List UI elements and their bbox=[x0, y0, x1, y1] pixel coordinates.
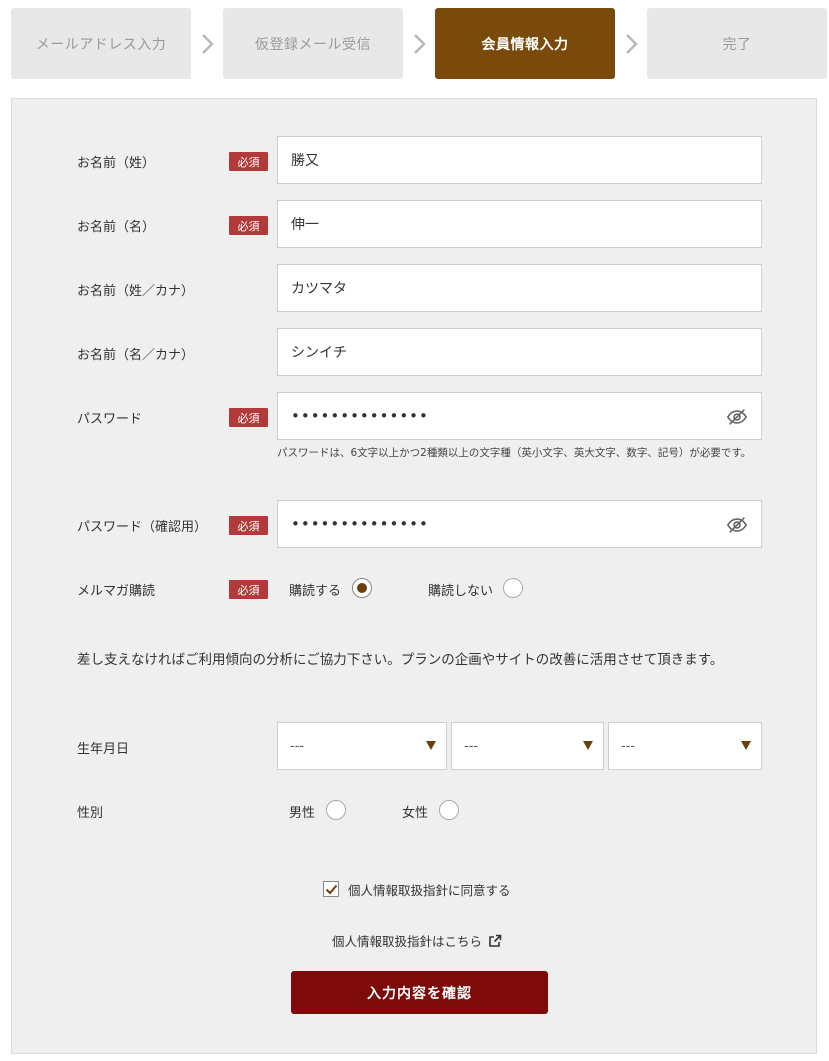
required-badge: 必須 bbox=[229, 216, 268, 235]
privacy-policy-link[interactable]: 個人情報取扱指針はこちら bbox=[332, 931, 502, 950]
chevron-right-icon bbox=[198, 32, 218, 56]
agree-checkbox[interactable] bbox=[323, 881, 339, 897]
birthdate-label: 生年月日 bbox=[77, 742, 130, 757]
agree-label[interactable]: 個人情報取扱指針に同意する bbox=[348, 880, 511, 899]
last-name-kana-value: カツマタ bbox=[291, 281, 347, 297]
survey-intro-text: 差し支えなければご利用傾向の分析にご協力下さい。プランの企画やサイトの改善に活用… bbox=[77, 652, 724, 668]
step-member-info: 会員情報入力 bbox=[435, 8, 615, 79]
password-confirm-value: •••••••••••••• bbox=[291, 515, 429, 533]
required-badge: 必須 bbox=[229, 580, 268, 599]
chevron-right-icon bbox=[410, 32, 430, 56]
step-email-input: メールアドレス入力 bbox=[11, 8, 191, 79]
eye-off-icon[interactable] bbox=[726, 514, 748, 536]
external-link-icon bbox=[488, 934, 502, 948]
progress-stepper: メールアドレス入力 仮登録メール受信 会員情報入力 完了 bbox=[11, 8, 827, 79]
gender-male-radio[interactable] bbox=[326, 800, 346, 820]
birth-month-select[interactable]: --- bbox=[451, 722, 604, 770]
newsletter-subscribe-label[interactable]: 購読する bbox=[289, 580, 341, 599]
caret-down-icon bbox=[426, 741, 436, 750]
required-badge: 必須 bbox=[229, 408, 268, 427]
confirm-submit-button[interactable]: 入力内容を確認 bbox=[291, 971, 548, 1014]
birth-day-select[interactable]: --- bbox=[608, 722, 762, 770]
last-name-value: 勝又 bbox=[291, 153, 319, 169]
member-info-form: お名前（姓） 必須 勝又 お名前（名） 必須 伸一 お名前（姓／カナ） カツマタ… bbox=[11, 98, 817, 1054]
step-label: メールアドレス入力 bbox=[35, 36, 167, 53]
newsletter-subscribe-radio[interactable] bbox=[352, 578, 372, 598]
password-hint: パスワードは、6文字以上かつ2種類以上の文字種（英小文字、英大文字、数字、記号）… bbox=[277, 447, 752, 459]
newsletter-label: メルマガ購読 bbox=[77, 584, 156, 599]
newsletter-unsubscribe-label[interactable]: 購読しない bbox=[428, 580, 493, 599]
last-name-kana-label: お名前（姓／カナ） bbox=[77, 284, 195, 299]
check-icon bbox=[325, 884, 338, 895]
password-input[interactable]: •••••••••••••• bbox=[277, 392, 762, 440]
first-name-input[interactable]: 伸一 bbox=[277, 200, 762, 248]
birth-year-select[interactable]: --- bbox=[277, 722, 447, 770]
step-label: 仮登録メール受信 bbox=[255, 36, 371, 53]
step-provisional-mail: 仮登録メール受信 bbox=[223, 8, 403, 79]
eye-off-icon[interactable] bbox=[726, 406, 748, 428]
step-complete: 完了 bbox=[647, 8, 827, 79]
step-label: 完了 bbox=[722, 36, 752, 53]
chevron-right-icon bbox=[622, 32, 642, 56]
first-name-kana-label: お名前（名／カナ） bbox=[77, 348, 195, 363]
first-name-value: 伸一 bbox=[291, 217, 319, 233]
step-label: 会員情報入力 bbox=[481, 36, 569, 53]
first-name-kana-value: シンイチ bbox=[291, 345, 347, 361]
caret-down-icon bbox=[583, 741, 593, 750]
password-confirm-label: パスワード（確認用） bbox=[77, 520, 208, 535]
gender-male-label[interactable]: 男性 bbox=[289, 802, 315, 821]
privacy-agree[interactable]: 個人情報取扱指針に同意する bbox=[323, 880, 511, 898]
gender-female-radio[interactable] bbox=[439, 800, 459, 820]
gender-label: 性別 bbox=[77, 806, 104, 821]
caret-down-icon bbox=[741, 741, 751, 750]
privacy-policy-link-label[interactable]: 個人情報取扱指針はこちら bbox=[332, 931, 482, 950]
gender-female-label[interactable]: 女性 bbox=[402, 802, 428, 821]
first-name-kana-input[interactable]: シンイチ bbox=[277, 328, 762, 376]
birth-month-value: --- bbox=[464, 738, 479, 754]
first-name-label: お名前（名） bbox=[77, 220, 156, 235]
submit-label: 入力内容を確認 bbox=[367, 985, 472, 1002]
last-name-label: お名前（姓） bbox=[77, 156, 156, 171]
last-name-input[interactable]: 勝又 bbox=[277, 136, 762, 184]
last-name-kana-input[interactable]: カツマタ bbox=[277, 264, 762, 312]
password-label: パスワード bbox=[77, 412, 143, 427]
password-confirm-input[interactable]: •••••••••••••• bbox=[277, 500, 762, 548]
password-value: •••••••••••••• bbox=[291, 407, 429, 425]
required-badge: 必須 bbox=[229, 152, 268, 171]
newsletter-unsubscribe-radio[interactable] bbox=[503, 578, 523, 598]
birth-year-value: --- bbox=[290, 738, 305, 754]
birth-day-value: --- bbox=[621, 738, 636, 754]
required-badge: 必須 bbox=[229, 516, 268, 535]
